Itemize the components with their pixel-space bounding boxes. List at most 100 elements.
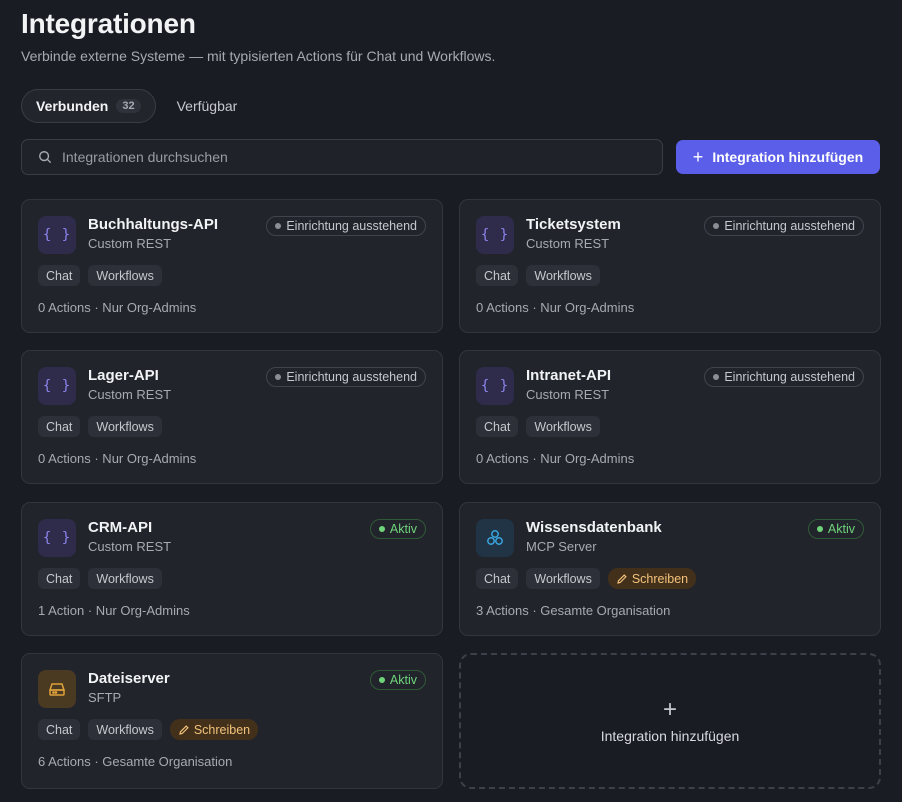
- tab-label: Verbunden: [36, 98, 109, 114]
- integrations-page: Integrationen Verbinde externe Systeme —…: [0, 0, 902, 802]
- status-dot-icon: [816, 526, 823, 532]
- integration-card-ticketsystem[interactable]: { } Ticketsystem Custom REST Einrichtung…: [459, 199, 881, 333]
- status-text: Einrichtung ausstehend: [724, 370, 855, 384]
- tag-chat: Chat: [476, 568, 519, 589]
- status-dot-icon: [378, 677, 385, 683]
- status-text: Aktiv: [389, 673, 417, 687]
- tag-list: Chat Workflows Schreiben: [38, 719, 259, 740]
- add-integration-button[interactable]: + Integration hinzufügen: [676, 140, 880, 174]
- integration-name: Dateiserver: [88, 670, 170, 687]
- tab-bar: Verbunden 32 Verfügbar: [21, 89, 251, 123]
- integration-meta: 0 Actions · Nur Org-Admins: [38, 300, 197, 315]
- add-integration-label: Integration hinzufügen: [712, 149, 864, 165]
- tab-verbunden[interactable]: Verbunden 32: [21, 89, 156, 123]
- integration-card-buchhaltungs-api[interactable]: { } Buchhaltungs-API Custom REST Einrich…: [21, 199, 443, 333]
- tag-list: Chat Workflows: [476, 416, 600, 437]
- status-badge: Aktiv: [807, 519, 864, 539]
- status-text: Einrichtung ausstehend: [286, 219, 417, 233]
- tag-write: Schreiben: [607, 568, 697, 589]
- integration-name: Intranet-API: [526, 367, 612, 384]
- add-integration-card[interactable]: + Integration hinzufügen: [459, 653, 881, 789]
- status-badge: Einrichtung ausstehend: [704, 216, 864, 236]
- plus-icon: +: [662, 696, 677, 723]
- tag-workflows: Workflows: [88, 568, 162, 589]
- integration-meta: 1 Action · Nur Org-Admins: [38, 603, 190, 618]
- tag-write-label: Schreiben: [631, 571, 689, 586]
- mcp-server-icon: [476, 519, 514, 557]
- integration-type: SFTP: [88, 690, 122, 705]
- tag-list: Chat Workflows: [476, 265, 600, 286]
- page-subtitle: Verbinde externe Systeme — mit typisiert…: [21, 48, 496, 64]
- integration-card-intranet-api[interactable]: { } Intranet-API Custom REST Einrichtung…: [459, 350, 881, 484]
- integration-card-dateiserver[interactable]: Dateiserver SFTP Aktiv Chat Workflows Sc…: [21, 653, 443, 789]
- status-text: Aktiv: [389, 522, 417, 536]
- integration-meta: 0 Actions · Nur Org-Admins: [38, 451, 197, 466]
- status-dot-icon: [275, 374, 282, 380]
- integration-name: Lager-API: [88, 367, 159, 384]
- pencil-icon: [617, 573, 627, 584]
- integration-name: Wissensdatenbank: [526, 519, 662, 536]
- search-field: [21, 139, 663, 175]
- status-text: Einrichtung ausstehend: [286, 370, 417, 384]
- code-braces-icon: { }: [476, 216, 514, 254]
- tag-list: Chat Workflows: [38, 265, 162, 286]
- pencil-icon: [179, 724, 189, 735]
- code-braces-icon: { }: [38, 367, 76, 405]
- search-input[interactable]: [62, 149, 622, 165]
- tab-verfuegbar[interactable]: Verfügbar: [163, 89, 252, 123]
- status-dot-icon: [275, 223, 282, 229]
- integration-card-crm-api[interactable]: { } CRM-API Custom REST Aktiv Chat Workf…: [21, 502, 443, 636]
- integration-type: Custom REST: [88, 387, 172, 402]
- search-icon: [39, 151, 52, 164]
- integration-type: Custom REST: [526, 387, 610, 402]
- status-dot-icon: [713, 223, 720, 229]
- tag-chat: Chat: [476, 416, 519, 437]
- integration-meta: 0 Actions · Nur Org-Admins: [476, 451, 635, 466]
- code-braces-icon: { }: [476, 367, 514, 405]
- hard-drive-icon: [38, 670, 76, 708]
- tag-chat: Chat: [38, 568, 81, 589]
- tag-chat: Chat: [38, 416, 81, 437]
- status-dot-icon: [713, 374, 720, 380]
- tag-chat: Chat: [476, 265, 519, 286]
- integration-name: Ticketsystem: [526, 216, 621, 233]
- integration-type: Custom REST: [88, 236, 172, 251]
- status-badge: Einrichtung ausstehend: [266, 216, 426, 236]
- tag-workflows: Workflows: [88, 265, 162, 286]
- tag-workflows: Workflows: [526, 568, 600, 589]
- status-badge: Einrichtung ausstehend: [266, 367, 426, 387]
- integration-type: MCP Server: [526, 539, 597, 554]
- tag-workflows: Workflows: [88, 416, 162, 437]
- tag-write: Schreiben: [169, 719, 259, 740]
- tag-list: Chat Workflows: [38, 568, 162, 589]
- tag-chat: Chat: [38, 719, 81, 740]
- tab-count-badge: 32: [116, 99, 141, 113]
- tag-workflows: Workflows: [88, 719, 162, 740]
- status-badge: Aktiv: [369, 519, 426, 539]
- tag-chat: Chat: [38, 265, 81, 286]
- tag-workflows: Workflows: [526, 416, 600, 437]
- code-braces-icon: { }: [38, 216, 76, 254]
- status-dot-icon: [378, 526, 385, 532]
- tag-workflows: Workflows: [526, 265, 600, 286]
- tag-list: Chat Workflows Schreiben: [476, 568, 697, 589]
- integration-meta: 3 Actions · Gesamte Organisation: [476, 603, 671, 618]
- integration-meta: 0 Actions · Nur Org-Admins: [476, 300, 635, 315]
- status-text: Aktiv: [827, 522, 855, 536]
- status-badge: Einrichtung ausstehend: [704, 367, 864, 387]
- tag-write-label: Schreiben: [193, 722, 251, 737]
- status-text: Einrichtung ausstehend: [724, 219, 855, 233]
- integration-card-lager-api[interactable]: { } Lager-API Custom REST Einrichtung au…: [21, 350, 443, 484]
- status-badge: Aktiv: [369, 670, 426, 690]
- integration-card-wissensdatenbank[interactable]: Wissensdatenbank MCP Server Aktiv Chat W…: [459, 502, 881, 636]
- page-title: Integrationen: [21, 8, 196, 39]
- add-integration-card-label: Integration hinzufügen: [600, 728, 740, 744]
- plus-icon: +: [692, 147, 704, 167]
- integration-meta: 6 Actions · Gesamte Organisation: [38, 754, 233, 769]
- integration-type: Custom REST: [88, 539, 172, 554]
- code-braces-icon: { }: [38, 519, 76, 557]
- tag-list: Chat Workflows: [38, 416, 162, 437]
- integration-type: Custom REST: [526, 236, 610, 251]
- integration-name: CRM-API: [88, 519, 153, 536]
- integration-name: Buchhaltungs-API: [88, 216, 218, 233]
